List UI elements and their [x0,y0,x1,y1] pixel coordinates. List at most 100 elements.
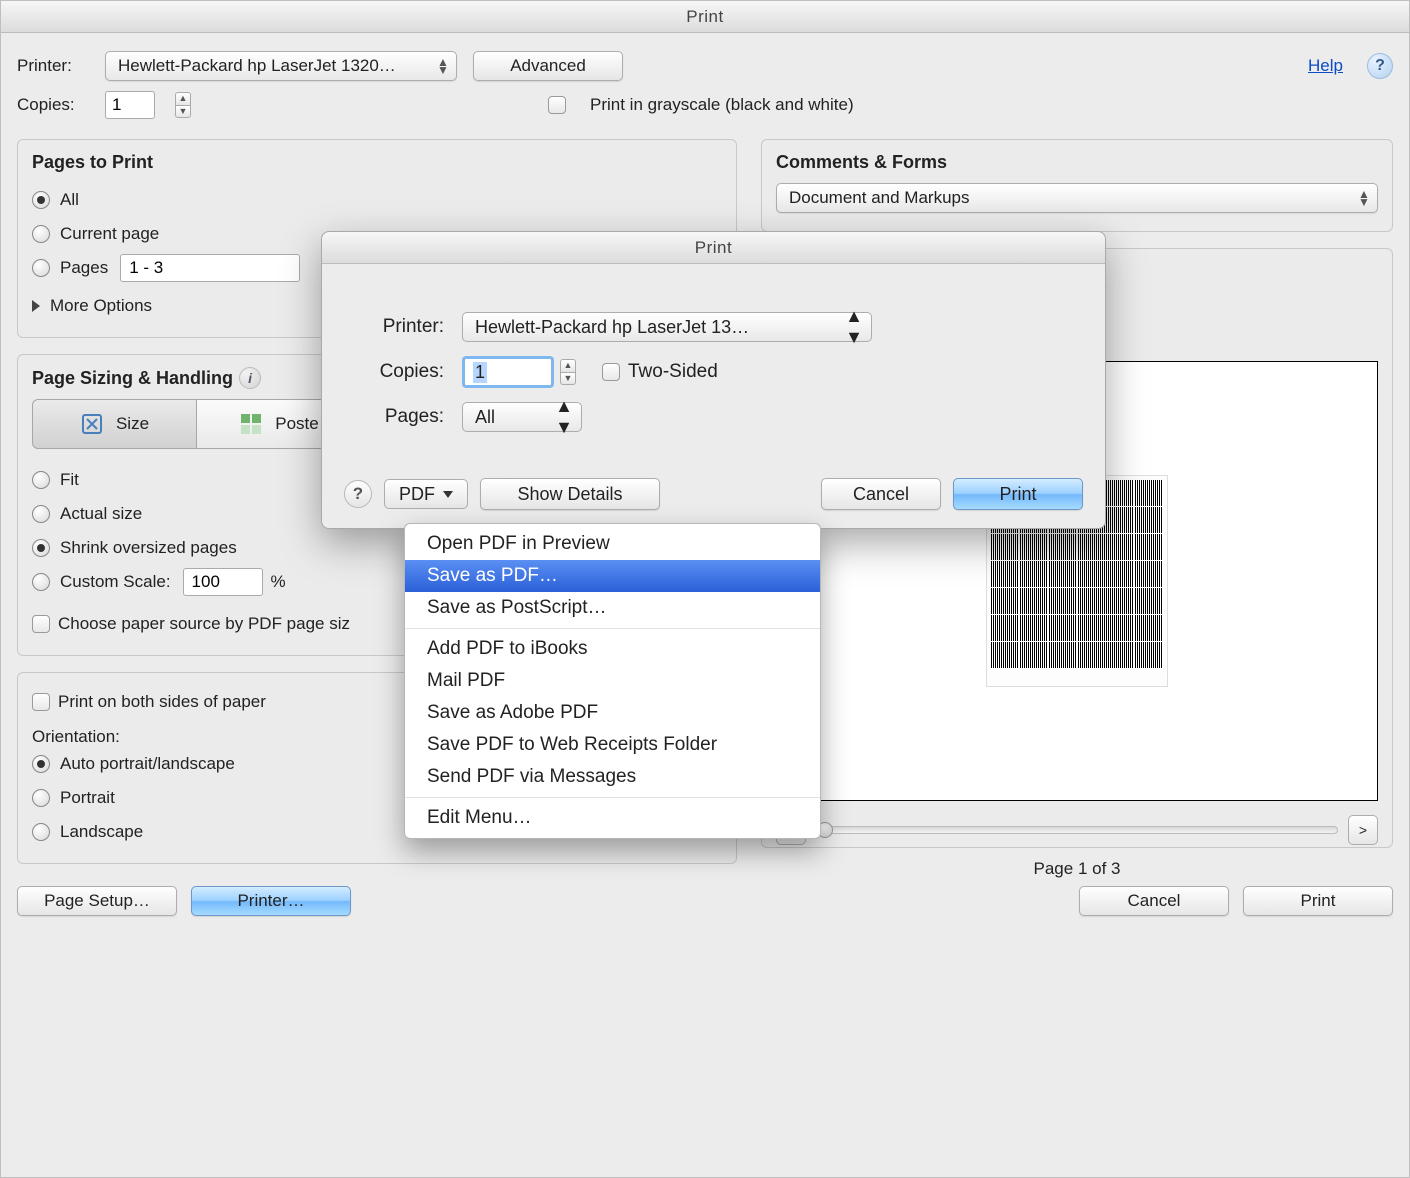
pdf-dropdown-menu: Open PDF in Preview Save as PDF… Save as… [404,523,821,839]
custom-label: Custom Scale: [60,572,171,592]
seg-size[interactable]: Size [32,399,197,449]
pages-radio-range-label: Pages [60,258,108,278]
stepper-down-icon[interactable]: ▼ [175,105,191,118]
print-dialog-window: Print Printer: Hewlett-Packard hp LaserJ… [0,0,1410,1178]
sub-print-button[interactable]: Print [953,478,1083,510]
orientation-portrait-radio[interactable] [32,789,50,807]
orientation-landscape-radio[interactable] [32,823,50,841]
preview-zoom-slider[interactable] [816,826,1338,834]
printer-select[interactable]: Hewlett-Packard hp LaserJet 1320… ▲▼ [105,51,457,81]
shrink-label: Shrink oversized pages [60,538,237,558]
printer-label: Printer: [17,56,89,76]
sub-printer-value: Hewlett-Packard hp LaserJet 13… [475,317,749,338]
custom-scale-input[interactable] [183,568,263,596]
page-setup-button[interactable]: Page Setup… [17,886,177,916]
sub-cancel-button[interactable]: Cancel [821,478,941,510]
sub-pages-select[interactable]: All ▲▼ [462,402,582,432]
copies-stepper[interactable]: ▲ ▼ [175,92,191,118]
sub-dialog-title: Print [322,232,1105,264]
copies-label: Copies: [17,95,89,115]
two-sided-label: Two-Sided [628,361,718,383]
main-print-button[interactable]: Print [1243,886,1393,916]
comments-forms-panel: Comments & Forms Document and Markups ▲▼ [761,139,1393,232]
preview-next-button[interactable]: > [1348,815,1378,845]
size-icon [80,412,104,436]
orientation-auto-label: Auto portrait/landscape [60,754,235,774]
pages-radio-current[interactable] [32,225,50,243]
menu-separator [405,628,820,629]
info-icon[interactable]: i [239,367,261,389]
menu-open-pdf-preview[interactable]: Open PDF in Preview [405,528,820,560]
menu-save-adobe-pdf[interactable]: Save as Adobe PDF [405,697,820,729]
pages-radio-current-label: Current page [60,224,159,244]
pages-radio-all[interactable] [32,191,50,209]
sub-copies-label: Copies: [344,361,444,383]
custom-radio[interactable] [32,573,50,591]
printer-value: Hewlett-Packard hp LaserJet 1320… [118,56,396,76]
pages-range-input[interactable] [120,254,300,282]
sizing-panel-title: Page Sizing & Handling [32,368,233,389]
shrink-radio[interactable] [32,539,50,557]
orientation-auto-radio[interactable] [32,755,50,773]
advanced-button[interactable]: Advanced [473,51,623,81]
menu-save-as-pdf[interactable]: Save as PDF… [405,560,820,592]
sub-copies-input[interactable]: 1 [462,356,554,388]
custom-unit: % [271,572,286,592]
select-caret-icon: ▲▼ [436,58,450,74]
two-sided-checkbox[interactable] [602,363,620,381]
grayscale-label: Print in grayscale (black and white) [590,95,854,115]
comments-panel-title: Comments & Forms [776,152,1378,173]
grayscale-checkbox[interactable] [548,96,566,114]
comments-select-value: Document and Markups [789,188,969,208]
sub-printer-label: Printer: [344,316,444,338]
poster-icon [239,412,263,436]
pdf-btn-label: PDF [399,484,435,505]
stepper-down-icon[interactable]: ▼ [560,372,576,385]
menu-separator [405,797,820,798]
more-options[interactable]: More Options [50,296,152,316]
menu-send-via-messages[interactable]: Send PDF via Messages [405,761,820,793]
page-info-label: Page 1 of 3 [776,859,1378,879]
pages-radio-range[interactable] [32,259,50,277]
stepper-up-icon[interactable]: ▲ [560,359,576,372]
seg-poster-label: Poste [275,414,318,434]
fit-radio[interactable] [32,471,50,489]
comments-select[interactable]: Document and Markups ▲▼ [776,183,1378,213]
menu-save-web-receipts[interactable]: Save PDF to Web Receipts Folder [405,729,820,761]
menu-edit-menu[interactable]: Edit Menu… [405,802,820,834]
pdf-menu-button[interactable]: PDF [384,479,468,509]
seg-size-label: Size [116,414,149,434]
sub-copies-value: 1 [473,362,487,383]
actual-label: Actual size [60,504,142,524]
menu-add-pdf-ibooks[interactable]: Add PDF to iBooks [405,633,820,665]
menu-mail-pdf[interactable]: Mail PDF [405,665,820,697]
copies-input[interactable] [105,91,155,119]
sub-pages-label: Pages: [344,406,444,428]
chevron-down-icon [443,491,453,498]
system-print-dialog: Print Printer: Hewlett-Packard hp LaserJ… [321,231,1106,529]
printer-button[interactable]: Printer… [191,886,351,916]
disclosure-triangle-icon[interactable] [32,300,40,312]
select-caret-icon: ▲▼ [1357,190,1371,206]
both-sides-label: Print on both sides of paper [58,692,266,712]
orientation-landscape-label: Landscape [60,822,143,842]
sub-copies-stepper[interactable]: ▲ ▼ [560,359,576,385]
show-details-button[interactable]: Show Details [480,478,660,510]
select-caret-icon: ▲▼ [555,396,573,438]
pages-panel-title: Pages to Print [32,152,722,173]
help-link[interactable]: Help [1308,56,1343,76]
choose-paper-checkbox[interactable] [32,615,50,633]
fit-label: Fit [60,470,79,490]
select-caret-icon: ▲▼ [845,306,863,348]
sub-help-icon[interactable]: ? [344,480,372,508]
orientation-portrait-label: Portrait [60,788,115,808]
sub-printer-select[interactable]: Hewlett-Packard hp LaserJet 13… ▲▼ [462,312,872,342]
window-title: Print [1,1,1409,33]
actual-radio[interactable] [32,505,50,523]
stepper-up-icon[interactable]: ▲ [175,92,191,105]
menu-save-as-postscript[interactable]: Save as PostScript… [405,592,820,624]
both-sides-checkbox[interactable] [32,693,50,711]
help-icon[interactable]: ? [1367,53,1393,79]
sub-pages-value: All [475,407,495,428]
main-cancel-button[interactable]: Cancel [1079,886,1229,916]
